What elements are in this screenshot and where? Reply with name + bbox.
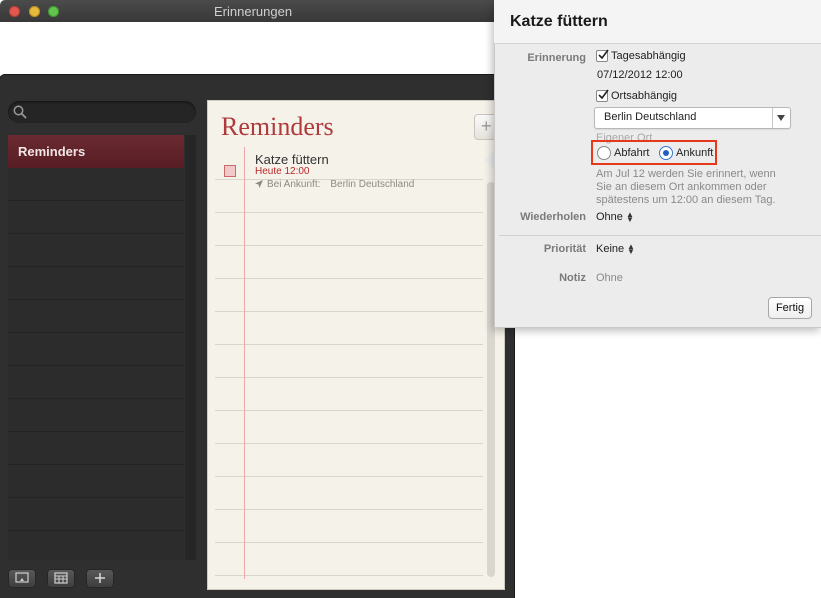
- ruled-lines: [215, 147, 483, 579]
- location-name: Berlin Deutschland: [330, 179, 415, 190]
- reminder-checkbox[interactable]: [224, 165, 236, 177]
- reminder-location: Bei Ankunft: Berlin Deutschland: [255, 179, 414, 190]
- chevron-down-icon: [777, 115, 785, 121]
- calendar-grid-icon: [54, 572, 68, 584]
- minimize-window-button[interactable]: [29, 6, 40, 17]
- priority-value[interactable]: Keine: [596, 243, 624, 255]
- priority-label: Priorität: [543, 243, 586, 255]
- add-list-bottom-button[interactable]: [86, 569, 114, 588]
- repeat-label: Wiederholen: [520, 211, 586, 223]
- location-prefix: Bei Ankunft:: [267, 179, 321, 190]
- sidebar-item-label: Reminders: [18, 144, 86, 159]
- reminder-datetime[interactable]: 07/12/2012 12:00: [597, 69, 683, 81]
- search-input[interactable]: [8, 101, 196, 123]
- divider: [499, 235, 821, 236]
- note-label: Notiz: [559, 272, 586, 284]
- radio-selected-dot: [663, 150, 669, 156]
- reminder-label: Erinnerung: [527, 52, 586, 64]
- reminder-time: Heute 12:00: [255, 166, 310, 177]
- list-title: Reminders: [221, 112, 334, 141]
- checkmark-icon: [598, 49, 609, 60]
- display-icon: [15, 572, 29, 583]
- arrival-radio[interactable]: [659, 146, 673, 160]
- info-line-3: spätestens um 12:00 an diesem Tag.: [596, 194, 776, 206]
- popover-title[interactable]: Katze füttern: [510, 13, 608, 31]
- done-button[interactable]: Fertig: [768, 297, 812, 319]
- location-based-checkbox[interactable]: [596, 89, 609, 102]
- repeat-value[interactable]: Ohne: [596, 211, 623, 223]
- show-calendar-button[interactable]: [8, 569, 36, 588]
- margin-line: [244, 147, 245, 579]
- location-based-label: Ortsabhängig: [611, 90, 678, 102]
- info-line-1: Am Jul 12 werden Sie erinnert, wenn: [596, 168, 776, 180]
- checkmark-icon: [598, 89, 609, 100]
- select-divider: [772, 108, 773, 128]
- departure-radio[interactable]: [597, 146, 611, 160]
- arrival-label: Ankunft: [676, 147, 714, 159]
- stepper-icon[interactable]: ▲ ▼: [626, 211, 634, 224]
- location-arrow-icon: [255, 180, 263, 188]
- day-based-label: Tagesabhängig: [611, 50, 686, 62]
- zoom-window-button[interactable]: [48, 6, 59, 17]
- info-line-2: Sie an diesem Ort ankommen oder: [596, 181, 767, 193]
- sidebar-scrollbar[interactable]: [185, 135, 196, 560]
- reminder-title[interactable]: Katze füttern: [255, 152, 329, 167]
- location-select-value: Berlin Deutschland: [604, 111, 697, 123]
- calendar-view-button[interactable]: [47, 569, 75, 588]
- close-window-button[interactable]: [9, 6, 20, 17]
- sidebar-list: [8, 135, 184, 560]
- departure-label: Abfahrt: [614, 147, 650, 159]
- stepper-icon[interactable]: ▲ ▼: [627, 243, 635, 256]
- popover-arrow: [484, 150, 494, 170]
- window-title: Erinnerungen: [214, 4, 293, 19]
- day-based-checkbox[interactable]: [596, 49, 609, 62]
- note-field[interactable]: Ohne: [596, 272, 623, 284]
- sidebar-item-reminders[interactable]: Reminders: [8, 135, 184, 168]
- plus-icon: [95, 573, 105, 583]
- search-icon: [13, 105, 27, 119]
